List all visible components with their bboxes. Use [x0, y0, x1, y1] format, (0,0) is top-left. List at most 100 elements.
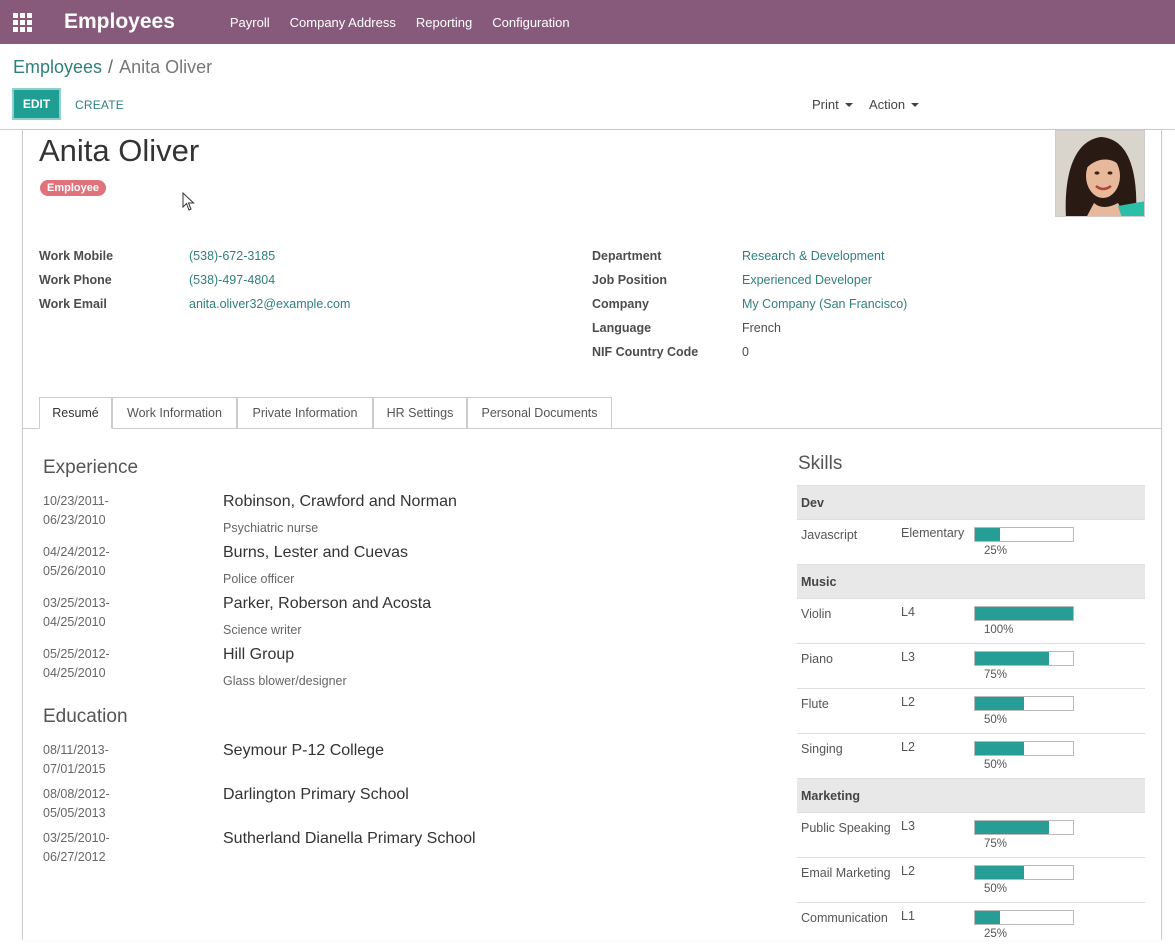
- experience-org[interactable]: Burns, Lester and Cuevas: [223, 544, 408, 562]
- skill-progress-bar: [974, 741, 1074, 756]
- work-phone-value[interactable]: (538)-497-4804: [189, 273, 275, 287]
- skill-level: L2: [901, 864, 915, 878]
- skill-progress-bar: [974, 606, 1074, 621]
- job-position-label: Job Position: [592, 273, 667, 287]
- skill-row[interactable]: Email Marketing L2 50%: [797, 857, 1145, 902]
- skills-title: Skills: [798, 453, 843, 474]
- tab-hr-settings[interactable]: HR Settings: [373, 397, 467, 429]
- experience-dates: 05/25/2012- 04/25/2010: [43, 645, 110, 683]
- skill-level: L3: [901, 650, 915, 664]
- education-org[interactable]: Seymour P-12 College: [223, 742, 384, 760]
- skill-group-dev: Dev: [797, 485, 1145, 519]
- education-org[interactable]: Sutherland Dianella Primary School: [223, 830, 476, 848]
- menu-configuration[interactable]: Configuration: [482, 15, 579, 30]
- breadcrumb-employees[interactable]: Employees: [13, 57, 102, 77]
- skill-name: Singing: [801, 742, 843, 756]
- skill-name: Violin: [801, 607, 832, 621]
- experience-org[interactable]: Robinson, Crawford and Norman: [223, 493, 457, 511]
- education-title: Education: [43, 706, 128, 727]
- caret-down-icon: [844, 102, 853, 107]
- skill-percent: 50%: [984, 883, 1008, 895]
- skill-level: L2: [901, 740, 915, 754]
- nif-country-code-label: NIF Country Code: [592, 345, 699, 359]
- nif-country-code-value: 0: [742, 345, 749, 359]
- company-label: Company: [592, 297, 649, 311]
- date-end: 06/23/2010: [43, 513, 106, 527]
- date-start: 08/11/2013-: [43, 743, 109, 757]
- skill-row[interactable]: Javascript Elementary 25%: [797, 519, 1145, 564]
- date-start: 10/23/2011-: [43, 494, 109, 508]
- work-email-value[interactable]: anita.oliver32@example.com: [189, 297, 350, 311]
- date-end: 04/25/2010: [43, 666, 106, 680]
- employee-form-sheet: Anita Oliver Employee Work Mobile (538)-…: [22, 130, 1162, 940]
- menu-reporting[interactable]: Reporting: [406, 15, 482, 30]
- create-button[interactable]: CREATE: [75, 98, 124, 112]
- skill-level: L4: [901, 605, 915, 619]
- company-value[interactable]: My Company (San Francisco): [742, 297, 907, 311]
- employee-name: Anita Oliver: [39, 133, 200, 168]
- skill-progress-bar: [974, 865, 1074, 880]
- skill-progress-fill: [975, 607, 1073, 620]
- skill-row[interactable]: Violin L4 100%: [797, 598, 1145, 643]
- experience-role: Glass blower/designer: [223, 674, 347, 688]
- skill-row[interactable]: Flute L2 50%: [797, 688, 1145, 733]
- skill-name: Email Marketing: [801, 866, 891, 880]
- skill-percent: 50%: [984, 759, 1008, 771]
- employee-photo-image: [1056, 131, 1144, 216]
- skill-progress-fill: [975, 911, 1000, 924]
- skill-row[interactable]: Singing L2 50%: [797, 733, 1145, 778]
- skill-group-music: Music: [797, 564, 1145, 598]
- date-start: 05/25/2012-: [43, 647, 110, 661]
- tab-resume[interactable]: Resumé: [39, 397, 112, 429]
- tab-personal-documents[interactable]: Personal Documents: [467, 397, 612, 429]
- menu-payroll[interactable]: Payroll: [220, 15, 280, 30]
- skill-percent: 25%: [984, 545, 1008, 557]
- work-mobile-label: Work Mobile: [39, 249, 114, 263]
- language-label: Language: [592, 321, 652, 335]
- tab-private-information[interactable]: Private Information: [237, 397, 373, 429]
- skill-level: L1: [901, 909, 915, 923]
- skill-progress-bar: [974, 527, 1074, 542]
- skill-progress-fill: [975, 528, 1000, 541]
- date-start: 03/25/2013-: [43, 596, 110, 610]
- skill-percent: 25%: [984, 928, 1008, 940]
- skill-progress-bar: [974, 651, 1074, 666]
- menu-company-address[interactable]: Company Address: [280, 15, 406, 30]
- skill-level: L3: [901, 819, 915, 833]
- employee-tag-badge[interactable]: Employee: [40, 180, 106, 196]
- date-end: 05/26/2010: [43, 564, 106, 578]
- skill-row[interactable]: Piano L3 75%: [797, 643, 1145, 688]
- apps-menu-icon[interactable]: [0, 2, 44, 42]
- tab-work-information[interactable]: Work Information: [112, 397, 237, 429]
- date-end: 07/01/2015: [43, 762, 106, 776]
- job-position-value[interactable]: Experienced Developer: [742, 273, 872, 287]
- skill-name: Javascript: [801, 528, 858, 542]
- department-value[interactable]: Research & Development: [742, 249, 884, 263]
- skill-row[interactable]: Public Speaking L3 75%: [797, 812, 1145, 857]
- skill-progress-fill: [975, 821, 1049, 834]
- action-label: Action: [869, 97, 906, 112]
- skill-name: Public Speaking: [801, 821, 891, 835]
- skill-progress-fill: [975, 652, 1049, 665]
- skill-progress-bar: [974, 910, 1074, 925]
- date-end: 06/27/2012: [43, 850, 106, 864]
- app-brand[interactable]: Employees: [64, 10, 175, 34]
- experience-org[interactable]: Hill Group: [223, 646, 294, 664]
- print-dropdown[interactable]: Print: [812, 97, 853, 112]
- education-dates: 08/08/2012- 05/05/2013: [43, 785, 110, 823]
- experience-dates: 04/24/2012- 05/26/2010: [43, 543, 110, 581]
- date-start: 03/25/2010-: [43, 831, 110, 845]
- experience-org[interactable]: Parker, Roberson and Acosta: [223, 595, 431, 613]
- employee-avatar[interactable]: [1055, 130, 1145, 217]
- skill-row[interactable]: Communication L1 25%: [797, 902, 1145, 947]
- work-mobile-value[interactable]: (538)-672-3185: [189, 249, 275, 263]
- language-value: French: [742, 321, 781, 335]
- education-org[interactable]: Darlington Primary School: [223, 786, 409, 804]
- experience-dates: 03/25/2013- 04/25/2010: [43, 594, 110, 632]
- date-end: 05/05/2013: [43, 806, 106, 820]
- breadcrumb-separator: /: [108, 57, 114, 77]
- edit-button[interactable]: EDIT: [12, 88, 61, 120]
- skill-progress-bar: [974, 696, 1074, 711]
- breadcrumb: Employees / Anita Oliver: [13, 57, 212, 78]
- action-dropdown[interactable]: Action: [869, 97, 920, 112]
